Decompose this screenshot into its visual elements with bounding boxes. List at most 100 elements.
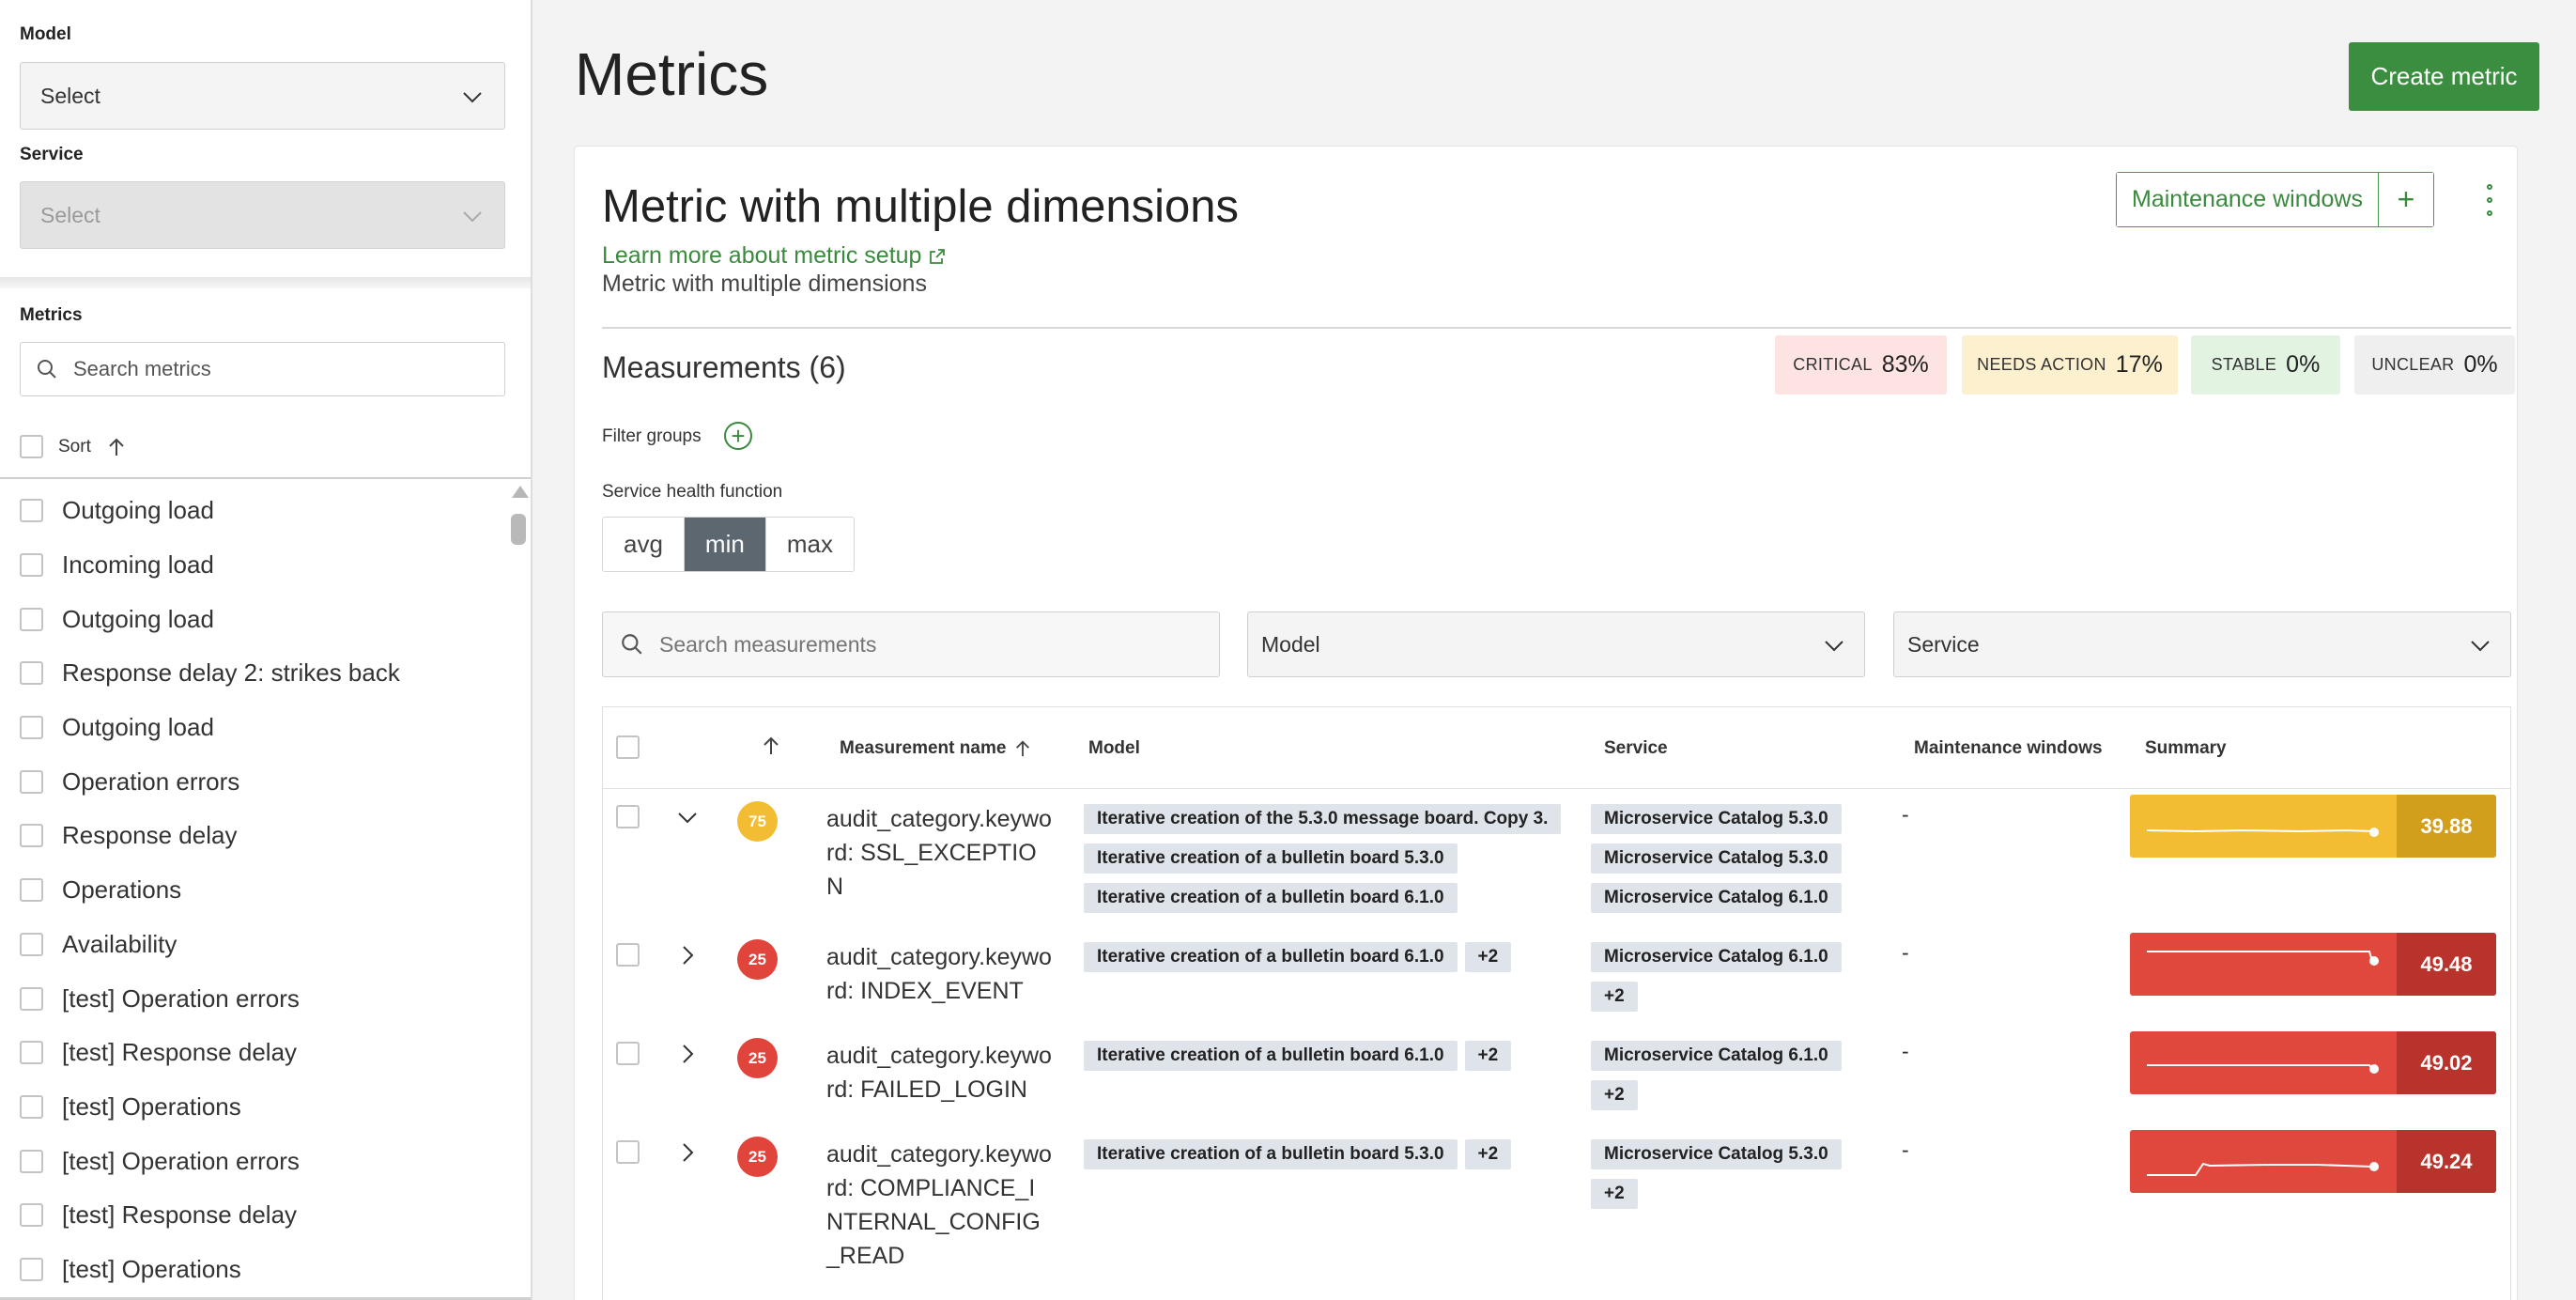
- service-tag[interactable]: Microservice Catalog 6.1.0: [1591, 883, 1842, 913]
- status-badge-stable: STABLE 0%: [2191, 335, 2340, 395]
- service-health-label: Service health function: [602, 482, 783, 502]
- learn-more-link[interactable]: Learn more about metric setup: [602, 242, 946, 270]
- metric-list-item[interactable]: [test] Operation errors: [0, 971, 507, 1026]
- model-tag[interactable]: +2: [1464, 1041, 1512, 1071]
- model-tag[interactable]: Iterative creation of a bulletin board 5…: [1084, 843, 1458, 874]
- metric-checkbox[interactable]: [20, 1257, 43, 1281]
- measurement-name[interactable]: audit_category.keyword: SSL_EXCEPTION: [826, 802, 1052, 904]
- metric-list-item[interactable]: Outgoing load: [0, 701, 507, 755]
- model-tag[interactable]: Iterative creation of a bulletin board 6…: [1084, 883, 1458, 913]
- metric-checkbox[interactable]: [20, 986, 43, 1011]
- metric-checkbox[interactable]: [20, 607, 43, 631]
- summary-sparkline[interactable]: 49.24: [2130, 1130, 2496, 1193]
- arrow-up-icon[interactable]: [106, 437, 127, 457]
- search-icon: [622, 634, 642, 655]
- row-checkbox[interactable]: [616, 805, 640, 828]
- metric-checkbox[interactable]: [20, 932, 43, 956]
- metric-list-item[interactable]: Incoming load: [0, 538, 507, 593]
- metric-checkbox[interactable]: [20, 716, 43, 740]
- measurements-search[interactable]: [602, 611, 1220, 677]
- summary-sparkline[interactable]: 39.88: [2130, 795, 2496, 858]
- model-tag[interactable]: +2: [1464, 1139, 1512, 1169]
- metric-item-label: Operation errors: [62, 766, 240, 796]
- metric-checkbox[interactable]: [20, 1041, 43, 1065]
- metric-list-item[interactable]: [test] Operation errors: [0, 1134, 507, 1188]
- metric-list-item[interactable]: [test] Response delay: [0, 1026, 507, 1080]
- service-tag[interactable]: +2: [1591, 1080, 1638, 1110]
- health-option-avg[interactable]: avg: [603, 518, 684, 571]
- metric-list-item[interactable]: [test] Response delay: [0, 1188, 507, 1243]
- model-tag[interactable]: Iterative creation of a bulletin board 5…: [1084, 1139, 1458, 1169]
- add-maintenance-window-button[interactable]: +: [2378, 173, 2433, 226]
- service-tag[interactable]: Microservice Catalog 6.1.0: [1591, 942, 1842, 972]
- service-tag[interactable]: Microservice Catalog 5.3.0: [1591, 804, 1842, 834]
- header-summary[interactable]: Summary: [2145, 738, 2227, 759]
- metric-list-item[interactable]: Outgoing load: [0, 592, 507, 646]
- service-tag[interactable]: Microservice Catalog 5.3.0: [1591, 1139, 1842, 1169]
- measurement-name[interactable]: audit_category.keyword: FAILED_LOGIN: [826, 1039, 1052, 1107]
- metric-list-item[interactable]: Outgoing load: [0, 484, 507, 538]
- chevron-right-icon[interactable]: [675, 943, 700, 967]
- severity-score-badge: 25: [737, 1137, 778, 1177]
- metrics-search-input[interactable]: [73, 357, 468, 381]
- service-tag[interactable]: +2: [1591, 1179, 1638, 1209]
- model-tags: Iterative creation of a bulletin board 6…: [1084, 1041, 1512, 1071]
- chevron-right-icon[interactable]: [675, 1140, 700, 1165]
- metric-checkbox[interactable]: [20, 661, 43, 686]
- model-tag[interactable]: Iterative creation of the 5.3.0 message …: [1084, 804, 1562, 834]
- metric-checkbox[interactable]: [20, 553, 43, 578]
- chevron-down-icon[interactable]: [675, 805, 700, 829]
- add-filter-group-icon[interactable]: +: [724, 422, 752, 450]
- model-tag[interactable]: Iterative creation of a bulletin board 6…: [1084, 1041, 1458, 1071]
- row-checkbox[interactable]: [616, 943, 640, 967]
- model-filter-value: Model: [1261, 631, 1320, 657]
- metric-checkbox[interactable]: [20, 1149, 43, 1173]
- scroll-up-arrow-icon[interactable]: [512, 486, 529, 498]
- select-all-rows-checkbox[interactable]: [616, 735, 640, 759]
- model-tag[interactable]: Iterative creation of a bulletin board 6…: [1084, 942, 1458, 972]
- arrow-up-icon[interactable]: [761, 735, 781, 756]
- metric-checkbox[interactable]: [20, 499, 43, 523]
- maintenance-windows-button[interactable]: Maintenance windows: [2117, 173, 2379, 226]
- metrics-search[interactable]: [20, 342, 505, 396]
- service-tag[interactable]: +2: [1591, 982, 1638, 1012]
- row-checkbox[interactable]: [616, 1140, 640, 1164]
- summary-sparkline[interactable]: 49.48: [2130, 933, 2496, 996]
- service-filter[interactable]: Service: [1893, 611, 2511, 677]
- service-tag[interactable]: Microservice Catalog 5.3.0: [1591, 843, 1842, 874]
- metric-checkbox[interactable]: [20, 769, 43, 794]
- scroll-thumb[interactable]: [511, 514, 526, 545]
- select-all-checkbox[interactable]: [20, 435, 43, 458]
- header-model[interactable]: Model: [1088, 738, 1140, 759]
- metric-list-item[interactable]: [test] Operations: [0, 1243, 507, 1297]
- create-metric-button[interactable]: Create metric: [2349, 42, 2539, 111]
- chevron-right-icon[interactable]: [675, 1042, 700, 1066]
- header-service[interactable]: Service: [1604, 738, 1668, 759]
- row-checkbox[interactable]: [616, 1042, 640, 1065]
- metric-list-item[interactable]: Response delay: [0, 809, 507, 863]
- header-measurement-name[interactable]: Measurement name: [840, 738, 1032, 759]
- more-options-icon[interactable]: [2483, 184, 2496, 216]
- health-option-max[interactable]: max: [764, 518, 854, 571]
- metric-list-item[interactable]: Response delay 2: strikes back: [0, 646, 507, 701]
- scrollbar[interactable]: [507, 484, 530, 1300]
- service-tag[interactable]: Microservice Catalog 6.1.0: [1591, 1041, 1842, 1071]
- metric-list-item[interactable]: [test] Operations: [0, 1080, 507, 1135]
- summary-sparkline[interactable]: 49.02: [2130, 1031, 2496, 1094]
- metric-list-item[interactable]: Operations: [0, 863, 507, 918]
- measurement-name[interactable]: audit_category.keyword: INDEX_EVENT: [826, 940, 1052, 1008]
- measurements-search-input[interactable]: [659, 631, 1185, 658]
- model-select[interactable]: Select: [20, 62, 505, 130]
- measurement-name[interactable]: audit_category.keyword: COMPLIANCE_INTER…: [826, 1138, 1052, 1273]
- header-maintenance-windows[interactable]: Maintenance windows: [1914, 738, 2103, 759]
- health-option-min[interactable]: min: [683, 518, 765, 571]
- model-filter[interactable]: Model: [1247, 611, 1865, 677]
- metric-checkbox[interactable]: [20, 824, 43, 848]
- model-tag[interactable]: +2: [1464, 942, 1512, 972]
- metric-list-item[interactable]: Operation errors: [0, 754, 507, 809]
- metric-checkbox[interactable]: [20, 1203, 43, 1228]
- metric-checkbox[interactable]: [20, 1094, 43, 1119]
- sort-label: Sort: [58, 436, 91, 457]
- metric-checkbox[interactable]: [20, 878, 43, 903]
- metric-list-item[interactable]: Availability: [0, 918, 507, 972]
